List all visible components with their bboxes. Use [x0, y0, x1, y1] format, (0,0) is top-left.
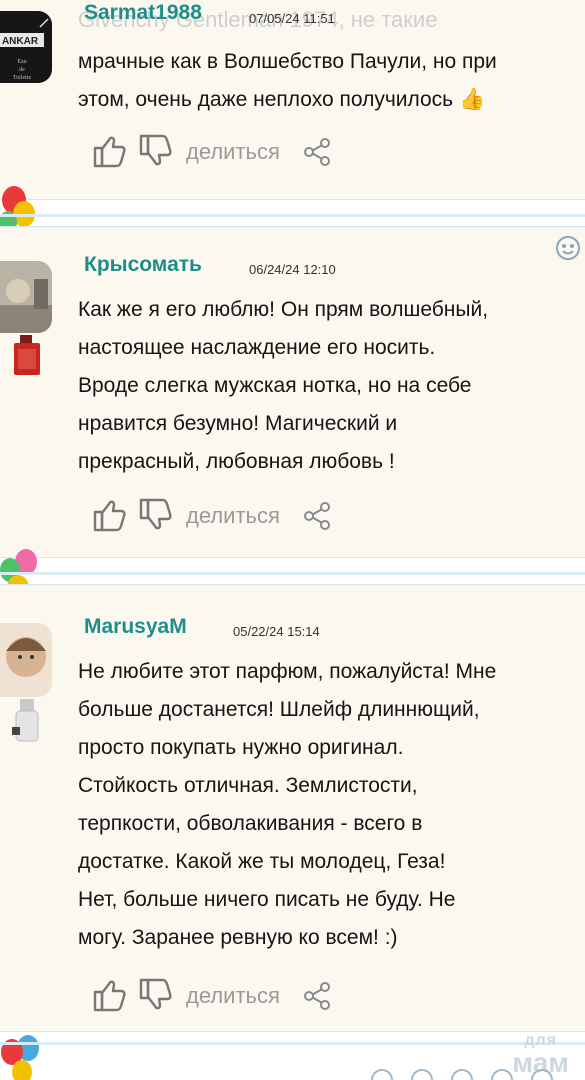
share-icon[interactable]: [302, 501, 332, 531]
share-link[interactable]: делиться: [186, 503, 280, 529]
comment-text: Не любите этот парфюм, пожалуйста! Мне б…: [78, 660, 497, 949]
svg-text:Toilette: Toilette: [13, 75, 32, 81]
avatar[interactable]: [0, 623, 52, 697]
perfume-bottle-image: [12, 699, 39, 742]
comment-actions: делиться: [92, 497, 352, 537]
thumbs-down-icon[interactable]: [138, 133, 174, 169]
thumbs-up-icon[interactable]: [92, 497, 128, 533]
thumbs-up-icon[interactable]: [92, 133, 128, 169]
perfume-bottle-image: [14, 335, 40, 375]
comment-date: 05/22/24 15:14: [233, 624, 320, 639]
comment-date: 07/05/24 11:51: [249, 11, 335, 26]
share-link[interactable]: делиться: [186, 983, 280, 1009]
share-icon[interactable]: [302, 137, 332, 167]
comment-actions: делиться: [92, 977, 352, 1017]
comment-card: MarusyaM 05/22/24 15:14 Не любите этот п…: [0, 584, 585, 1032]
comment-text: Как же я его люблю! Он прям волшебный, н…: [78, 298, 489, 473]
thumbs-up-icon[interactable]: [92, 977, 128, 1013]
username-link[interactable]: Sarmat1988: [84, 1, 202, 25]
avatar[interactable]: ANKAR Eau de Toilette: [0, 11, 52, 83]
divider: [0, 1042, 585, 1045]
thumbs-down-icon[interactable]: [138, 977, 174, 1013]
divider: [0, 572, 585, 575]
thumbs-down-icon[interactable]: [138, 497, 174, 533]
avatar-photo: [0, 261, 52, 333]
emoji-icon[interactable]: [555, 235, 581, 261]
comment-text: мрачные как в Волшебство Пачули, но при …: [78, 50, 497, 111]
balloon-icon: [1, 1035, 39, 1080]
reaction-icons-row: [371, 1069, 553, 1080]
share-link[interactable]: делиться: [186, 139, 280, 165]
username-link[interactable]: Крысомать: [84, 253, 202, 277]
share-icon[interactable]: [302, 981, 332, 1011]
comment-actions: делиться: [92, 133, 352, 173]
username-link[interactable]: MarusyaM: [84, 615, 187, 639]
perfume-box-image: ANKAR Eau de Toilette: [0, 11, 52, 83]
comment-date: 06/24/24 12:10: [249, 262, 336, 277]
svg-text:de: de: [19, 67, 25, 73]
divider: [0, 214, 585, 217]
avatar-photo: [0, 623, 52, 697]
comment-card: Крысомать 06/24/24 12:10 Как же я его лю…: [0, 226, 585, 558]
comment-card: Givenchy Gentleman 1974, не такие ANKAR …: [0, 0, 585, 200]
svg-text:Eau: Eau: [17, 59, 26, 65]
svg-text:ANKAR: ANKAR: [2, 36, 39, 47]
avatar[interactable]: [0, 261, 52, 333]
